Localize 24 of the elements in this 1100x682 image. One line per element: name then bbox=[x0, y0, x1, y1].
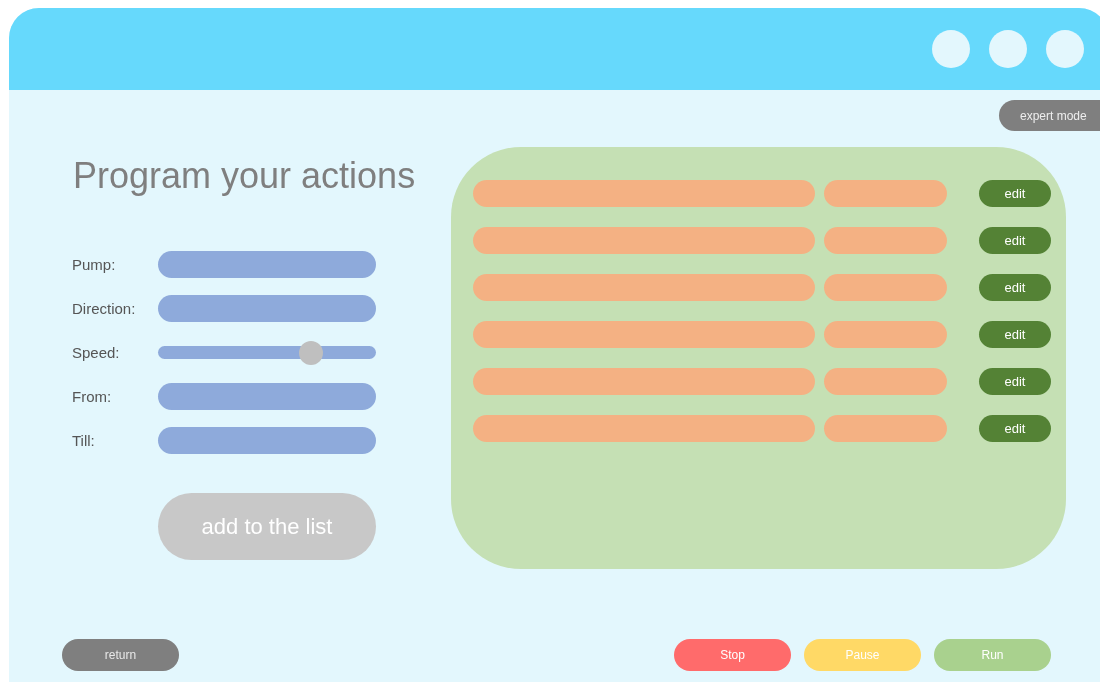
edit-button[interactable]: edit bbox=[979, 227, 1051, 254]
field-label: Direction: bbox=[71, 300, 137, 317]
return-button[interactable]: return bbox=[62, 639, 179, 671]
field-label: Pump: bbox=[71, 256, 117, 273]
input-field[interactable] bbox=[158, 427, 376, 454]
expert-mode-button[interactable]: expert mode bbox=[999, 100, 1100, 131]
input-field[interactable] bbox=[158, 295, 376, 322]
page-title: Program your actions bbox=[73, 155, 416, 197]
edit-button[interactable]: edit bbox=[979, 321, 1051, 348]
edit-button[interactable]: edit bbox=[979, 415, 1051, 442]
slider-thumb[interactable] bbox=[298, 340, 323, 365]
edit-button[interactable]: edit bbox=[979, 368, 1051, 395]
edit-button[interactable]: edit bbox=[979, 274, 1051, 301]
window-control-button[interactable] bbox=[1046, 30, 1084, 68]
control-button[interactable]: Stop bbox=[674, 639, 791, 671]
speed-slider[interactable] bbox=[158, 340, 376, 365]
window-control-button[interactable] bbox=[989, 30, 1027, 68]
edit-button[interactable]: edit bbox=[979, 180, 1051, 207]
input-field[interactable] bbox=[158, 383, 376, 410]
input-field[interactable] bbox=[158, 251, 376, 278]
field-label: Speed: bbox=[71, 344, 121, 361]
window-control-button[interactable] bbox=[932, 30, 970, 68]
field-label: Till: bbox=[71, 432, 96, 449]
field-label: From: bbox=[71, 388, 113, 405]
